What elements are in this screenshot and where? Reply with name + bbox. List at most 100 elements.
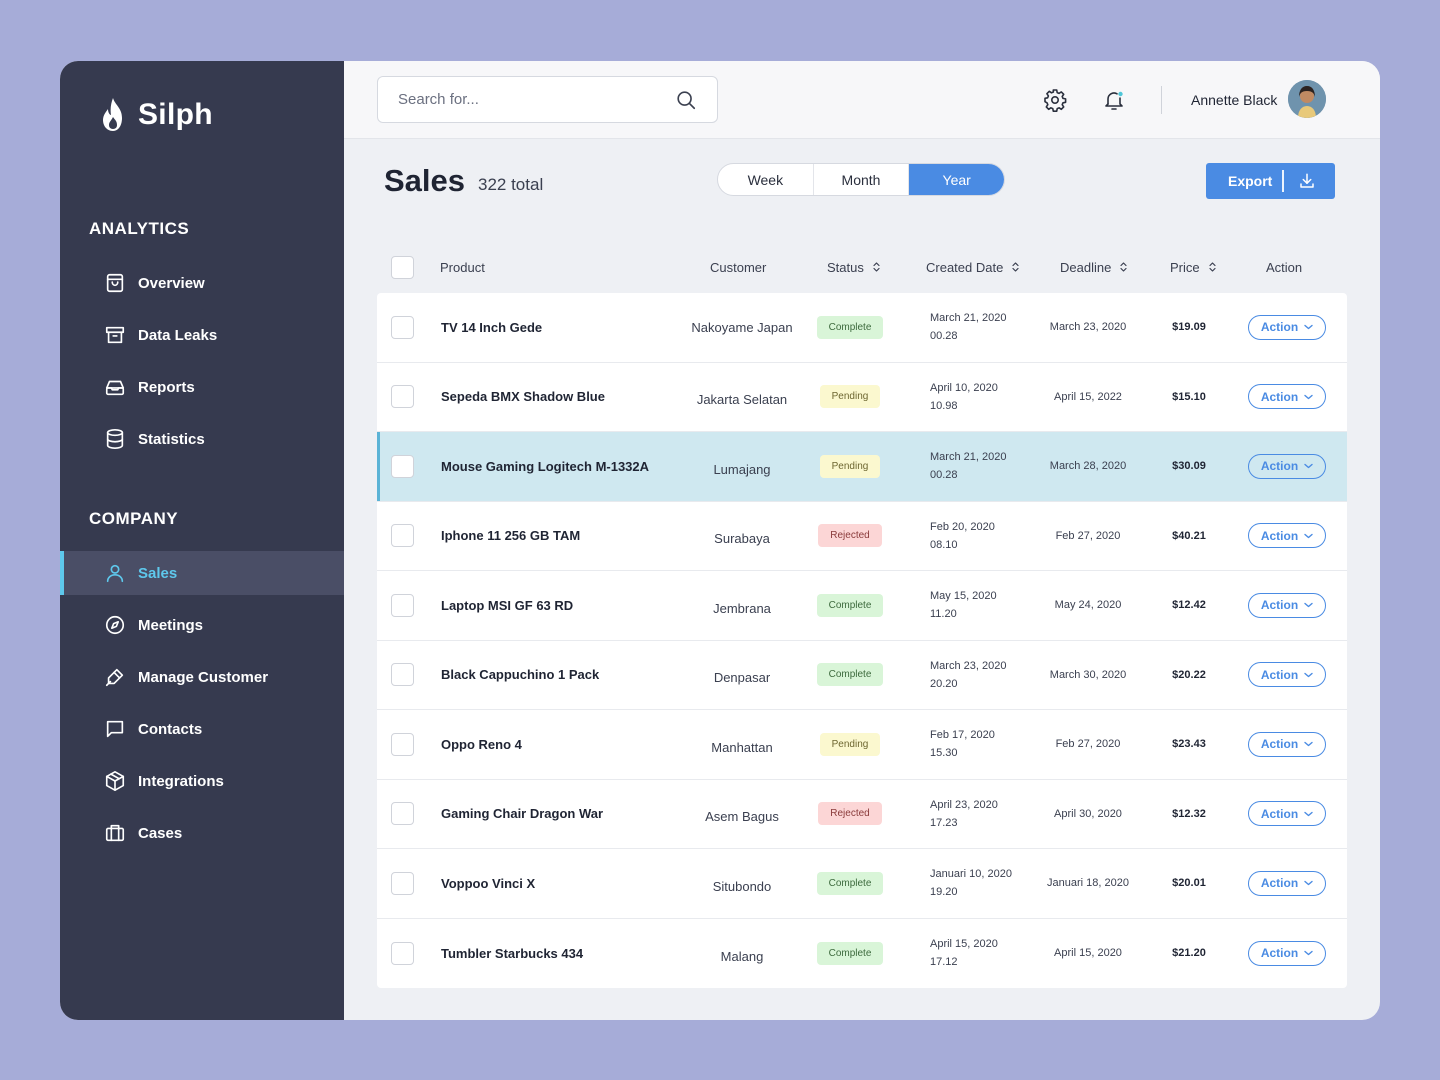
column-header-status[interactable]: Status (827, 247, 881, 287)
user-name[interactable]: Annette Black (1191, 92, 1277, 108)
row-checkbox[interactable] (391, 732, 414, 756)
action-dropdown-button[interactable]: Action (1248, 523, 1326, 549)
action-dropdown-button[interactable]: Action (1248, 384, 1326, 410)
row-checkbox[interactable] (391, 315, 414, 339)
action-dropdown-button[interactable]: Action (1248, 592, 1326, 618)
created-date-cell: April 23, 2020 17.23 (930, 780, 998, 849)
action-dropdown-button[interactable]: Action (1248, 453, 1326, 479)
table-row[interactable]: Laptop MSI GF 63 RD Jembrana Complete May 1… (377, 571, 1347, 641)
table-row[interactable]: Iphone 11 256 GB TAM Surabaya Rejected Feb … (377, 502, 1347, 571)
select-all-checkbox[interactable] (391, 255, 414, 279)
gear-icon[interactable] (1043, 88, 1067, 112)
table-row[interactable]: Gaming Chair Dragon War Asem Bagus Rejecte… (377, 780, 1347, 849)
period-week-button[interactable]: Week (718, 164, 814, 195)
sidebar-item-label: Sales (138, 564, 178, 582)
created-date: May 15, 2020 (930, 590, 997, 603)
price: $20.01 (1172, 877, 1206, 890)
action-dropdown-button[interactable]: Action (1248, 662, 1326, 688)
price: $19.09 (1172, 321, 1206, 334)
logo[interactable]: Silph (98, 97, 213, 133)
action-dropdown-button[interactable]: Action (1248, 801, 1326, 827)
status-badge: Pending (819, 385, 881, 409)
table-row[interactable]: Black Cappuchino 1 Pack Denpasar Complete M… (377, 641, 1347, 710)
action-cell: Action (1248, 641, 1326, 710)
bell-icon[interactable] (1102, 88, 1126, 112)
customer-name: Situbondo (712, 878, 772, 894)
table-row[interactable]: TV 14 Inch Gede Nakoyame Japan Complete Mar… (377, 293, 1347, 363)
sales-table: TV 14 Inch Gede Nakoyame Japan Complete Mar… (377, 293, 1347, 988)
action-dropdown-button[interactable]: Action (1248, 940, 1326, 966)
deadline: April 15, 2020 (1054, 947, 1122, 960)
period-year-button[interactable]: Year (909, 164, 1004, 195)
status-badge: Rejected (818, 802, 882, 826)
row-checkbox[interactable] (391, 385, 414, 409)
search-box[interactable] (377, 76, 718, 123)
created-time: 17.23 (930, 816, 958, 829)
price: $12.32 (1172, 807, 1206, 820)
archive-icon (105, 326, 125, 344)
avatar[interactable] (1288, 80, 1326, 118)
export-button[interactable]: Export (1206, 163, 1335, 199)
row-checkbox-cell (391, 293, 414, 362)
table-row[interactable]: Mouse Gaming Logitech M-1332A Lumajang Pen… (377, 432, 1347, 502)
price: $40.21 (1172, 529, 1206, 542)
sort-icon[interactable] (1208, 261, 1217, 273)
created-date: Januari 10, 2020 (930, 868, 1012, 881)
sort-icon[interactable] (1119, 261, 1128, 273)
status-badge: Pending (819, 454, 881, 478)
sidebar-item-label: Manage Customer (138, 668, 269, 686)
action-dropdown-button[interactable]: Action (1248, 870, 1326, 896)
table-header: Product Customer Status Created Date Dea… (377, 247, 1347, 287)
period-month-button[interactable]: Month (814, 164, 910, 195)
table-row[interactable]: Sepeda BMX Shadow Blue Jakarta Selatan Pen… (377, 363, 1347, 432)
column-label: Action (1266, 259, 1303, 275)
sidebar-item-reports[interactable]: Reports (60, 365, 344, 409)
chevron-down-icon (1304, 603, 1313, 608)
sort-icon[interactable] (872, 261, 881, 273)
table-row[interactable]: Tumbler Starbucks 434 Malang Complete April… (377, 919, 1347, 989)
sort-icon[interactable] (1011, 261, 1020, 273)
customer-name: Manhattan (711, 739, 773, 755)
sidebar-item-cases[interactable]: Cases (60, 811, 344, 855)
sidebar-item-statistics[interactable]: Statistics (60, 417, 344, 461)
row-checkbox[interactable] (391, 663, 414, 687)
column-header-created-date[interactable]: Created Date (926, 247, 1020, 287)
customer-name: Jakarta Selatan (696, 392, 788, 408)
download-icon (1300, 173, 1314, 188)
sidebar-item-data-leaks[interactable]: Data Leaks (60, 313, 344, 357)
action-label: Action (1260, 598, 1299, 613)
sidebar-item-contacts[interactable]: Contacts (60, 707, 344, 751)
price: $23.43 (1172, 738, 1206, 751)
flame-icon (103, 98, 122, 131)
sidebar-item-label: Statistics (138, 430, 205, 448)
search-icon[interactable] (675, 89, 697, 111)
column-header-deadline[interactable]: Deadline (1060, 247, 1128, 287)
sidebar-item-meetings[interactable]: Meetings (60, 603, 344, 647)
sidebar-item-manage-customer[interactable]: Manage Customer (60, 655, 344, 699)
sidebar-item-sales[interactable]: Sales (60, 551, 344, 595)
sidebar-item-overview[interactable]: Overview (60, 261, 344, 305)
created-time: 00.28 (930, 469, 958, 482)
action-dropdown-button[interactable]: Action (1248, 731, 1326, 757)
created-time: 11.20 (930, 608, 957, 621)
sidebar-item-integrations[interactable]: Integrations (60, 759, 344, 803)
row-checkbox[interactable] (391, 871, 414, 895)
row-checkbox[interactable] (391, 454, 414, 478)
row-checkbox[interactable] (391, 802, 414, 826)
action-label: Action (1260, 737, 1299, 752)
column-header-price[interactable]: Price (1170, 247, 1217, 287)
action-dropdown-button[interactable]: Action (1248, 314, 1326, 340)
table-row[interactable]: Voppoo Vinci X Situbondo Complete Januari 1… (377, 849, 1347, 919)
row-checkbox[interactable] (391, 941, 414, 965)
created-date-cell: April 10, 2020 10.98 (930, 363, 998, 432)
search-input[interactable] (398, 91, 675, 108)
created-time: 19.20 (930, 886, 958, 899)
page-total-count: 322 total (478, 175, 544, 194)
sidebar-item-label: Overview (138, 274, 205, 292)
created-date-cell: Feb 20, 2020 08.10 (930, 502, 995, 571)
row-checkbox[interactable] (391, 524, 414, 548)
column-label: Product (440, 259, 485, 275)
deadline: May 24, 2020 (1054, 599, 1122, 612)
row-checkbox[interactable] (391, 593, 414, 617)
table-row[interactable]: Oppo Reno 4 Manhattan Pending Feb 17, 2020 1… (377, 710, 1347, 780)
